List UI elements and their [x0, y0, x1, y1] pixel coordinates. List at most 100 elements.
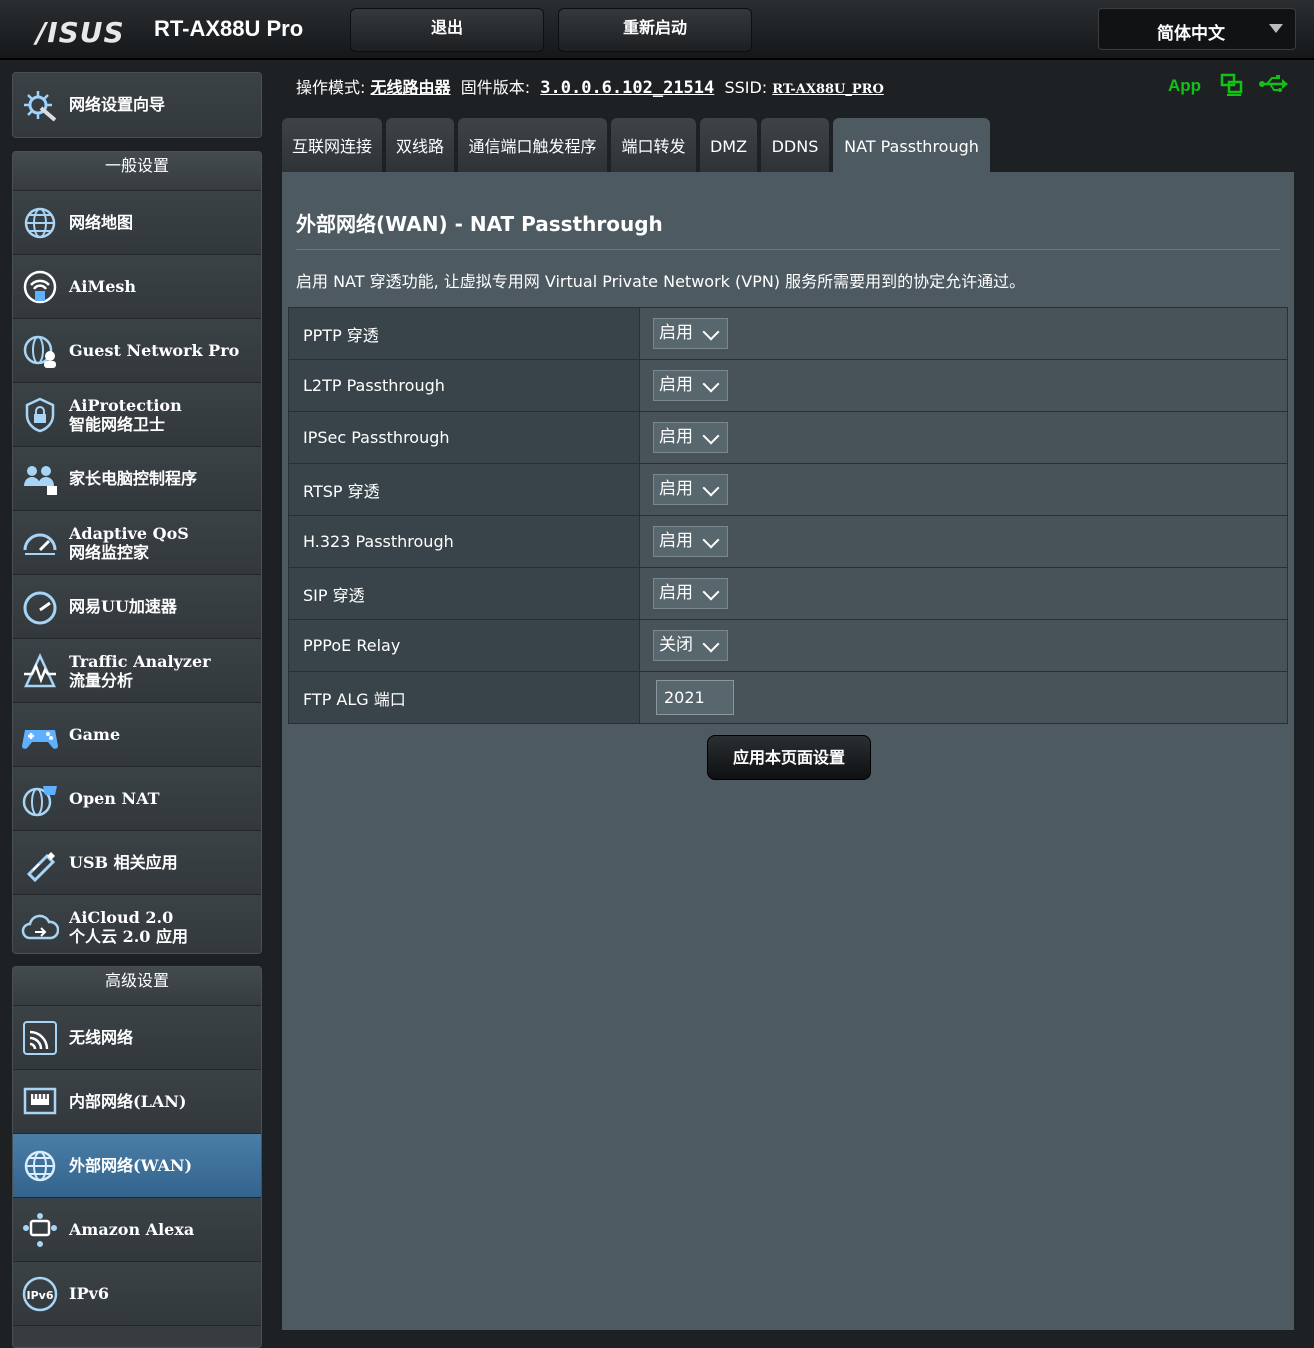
aimesh-icon — [23, 270, 57, 304]
setting-label: FTP ALG 端口 — [288, 671, 640, 724]
setting-row-l2tp: L2TP Passthrough 启用 — [288, 359, 1288, 412]
sidebar-item-wan[interactable]: 外部网络(WAN) — [13, 1134, 261, 1198]
sidebar-item-ipv6[interactable]: IPv6 IPv6 — [13, 1262, 261, 1326]
lan-icon — [23, 1087, 57, 1115]
setting-label: SIP 穿透 — [288, 567, 640, 620]
title-divider — [296, 249, 1280, 250]
general-section-title: 一般设置 — [13, 152, 261, 191]
h323-passthrough-select[interactable]: 启用 — [653, 526, 728, 557]
globe-icon — [24, 1150, 56, 1182]
wizard-icon — [24, 91, 57, 122]
setting-row-sip: SIP 穿透 启用 — [288, 567, 1288, 620]
quick-setup-wizard[interactable]: 网络设置向导 — [13, 73, 261, 137]
select-value: 启用 — [659, 427, 693, 447]
chevron-down-icon — [702, 427, 720, 445]
sidebar-item-game[interactable]: Game — [13, 703, 261, 767]
tab-internet-connection[interactable]: 互联网连接 — [282, 118, 382, 172]
select-value: 启用 — [659, 323, 693, 343]
menu-label: 网络地图 — [69, 213, 134, 232]
apply-button[interactable]: 应用本页面设置 — [707, 735, 871, 780]
open-nat-icon — [22, 786, 57, 817]
traffic-analyzer-icon — [24, 653, 56, 688]
sidebar-item-lan[interactable]: 内部网络(LAN) — [13, 1070, 261, 1134]
setting-row-ftp-alg: FTP ALG 端口 — [288, 671, 1288, 724]
sidebar-item-network-map[interactable]: 网络地图 — [13, 191, 261, 255]
app-link[interactable]: App — [1168, 76, 1201, 96]
chevron-down-icon — [702, 583, 720, 601]
pppoe-relay-select[interactable]: 关闭 — [653, 630, 728, 661]
pptp-passthrough-select[interactable]: 启用 — [653, 318, 728, 349]
menu-label: Game — [69, 725, 121, 744]
shield-icon — [25, 397, 55, 433]
menu-label: 家长电脑控制程序 — [69, 469, 198, 488]
tab-port-trigger[interactable]: 通信端口触发程序 — [458, 118, 607, 172]
sidebar-item-aicloud[interactable]: AiCloud 2.0 个人云 2.0 应用 — [13, 895, 261, 953]
advanced-settings-menu: 高级设置 无线网络 内部网络(LAN) 外部网络(WAN) Amazon Ale… — [12, 966, 262, 1348]
tab-virtual-server[interactable]: 端口转发 — [611, 118, 696, 172]
menu-label: AiProtection — [69, 395, 182, 415]
select-value: 启用 — [659, 375, 693, 395]
ipsec-passthrough-select[interactable]: 启用 — [653, 422, 728, 453]
sidebar-item-aiprotection[interactable]: AiProtection 智能网络卫士 — [13, 383, 261, 447]
page-description: 启用 NAT 穿透功能, 让虚拟专用网 Virtual Private Netw… — [296, 272, 1026, 291]
ftp-alg-port-input[interactable] — [656, 680, 734, 715]
firmware-version-link[interactable]: 3.0.0.6.102_21514 — [540, 78, 714, 98]
passthrough-settings-table: PPTP 穿透 启用 L2TP Passthrough 启用 IPSec Pas… — [288, 307, 1288, 724]
cloud-icon — [21, 914, 59, 940]
operation-mode-link[interactable]: 无线路由器 — [371, 78, 451, 97]
chevron-down-icon — [702, 375, 720, 393]
menu-label: AiCloud 2.0 — [69, 907, 174, 927]
ssid-link[interactable]: RT-AX88U_PRO — [772, 82, 884, 97]
svg-text:IPv6: IPv6 — [27, 1289, 54, 1302]
tab-nat-passthrough[interactable]: NAT Passthrough — [833, 118, 990, 172]
menu-label: 无线网络 — [69, 1028, 134, 1047]
sidebar-item-guest-network[interactable]: Guest Network Pro — [13, 319, 261, 383]
menu-label: Adaptive QoS — [69, 523, 189, 543]
sidebar-item-parental-controls[interactable]: 家长电脑控制程序 — [13, 447, 261, 511]
sidebar-item-uu-accelerator[interactable]: 网易UU加速器 — [13, 575, 261, 639]
menu-sublabel: 智能网络卫士 — [69, 414, 166, 434]
l2tp-passthrough-select[interactable]: 启用 — [653, 370, 728, 401]
chevron-down-icon — [702, 531, 720, 549]
asus-logo: /ISUS — [36, 16, 125, 49]
select-value: 关闭 — [659, 635, 693, 655]
rtsp-passthrough-select[interactable]: 启用 — [653, 474, 728, 505]
setting-row-ipsec: IPSec Passthrough 启用 — [288, 411, 1288, 464]
sidebar-item-alexa[interactable]: Amazon Alexa — [13, 1198, 261, 1262]
sidebar-item-open-nat[interactable]: Open NAT — [13, 767, 261, 831]
sidebar-item-traffic-analyzer[interactable]: Traffic Analyzer 流量分析 — [13, 639, 261, 703]
menu-label: Open NAT — [69, 789, 160, 808]
setting-row-h323: H.323 Passthrough 启用 — [288, 515, 1288, 568]
language-select[interactable]: 简体中文 — [1098, 8, 1296, 50]
ipv6-icon: IPv6 — [22, 1276, 58, 1312]
sidebar-item-adaptive-qos[interactable]: Adaptive QoS 网络监控家 — [13, 511, 261, 575]
globe-icon — [24, 207, 56, 239]
chevron-down-icon — [702, 479, 720, 497]
tab-ddns[interactable]: DDNS — [761, 118, 829, 172]
guest-network-icon — [23, 335, 56, 368]
tab-dual-wan[interactable]: 双线路 — [386, 118, 454, 172]
setting-row-pppoe-relay: PPPoE Relay 关闭 — [288, 619, 1288, 672]
menu-label: 网易UU加速器 — [69, 597, 177, 616]
menu-label: Amazon Alexa — [69, 1220, 195, 1239]
menu-sublabel: 流量分析 — [69, 670, 134, 690]
select-value: 启用 — [659, 531, 693, 551]
sip-passthrough-select[interactable]: 启用 — [653, 578, 728, 609]
family-icon — [24, 466, 57, 495]
reboot-button[interactable]: 重新启动 — [558, 8, 752, 52]
menu-label: 网络设置向导 — [69, 95, 166, 114]
tab-dmz[interactable]: DMZ — [700, 118, 757, 172]
sidebar-item-aimesh[interactable]: AiMesh — [13, 255, 261, 319]
menu-sublabel: 个人云 2.0 应用 — [69, 926, 188, 946]
logout-button[interactable]: 退出 — [350, 8, 544, 52]
chevron-down-icon — [1269, 24, 1283, 33]
sidebar-item-usb-application[interactable]: USB 相关应用 — [13, 831, 261, 895]
sidebar-item-wireless[interactable]: 无线网络 — [13, 1006, 261, 1070]
usb-status-icon[interactable] — [1258, 72, 1290, 96]
menu-label: Traffic Analyzer — [69, 651, 211, 671]
network-status-icon[interactable] — [1220, 72, 1244, 96]
firmware-label: 固件版本: — [460, 78, 531, 97]
speedometer-icon — [23, 533, 57, 555]
status-info-bar: 操作模式: 无线路由器 固件版本: 3.0.0.6.102_21514 SSID… — [296, 74, 884, 98]
speedometer-icon — [23, 591, 57, 625]
